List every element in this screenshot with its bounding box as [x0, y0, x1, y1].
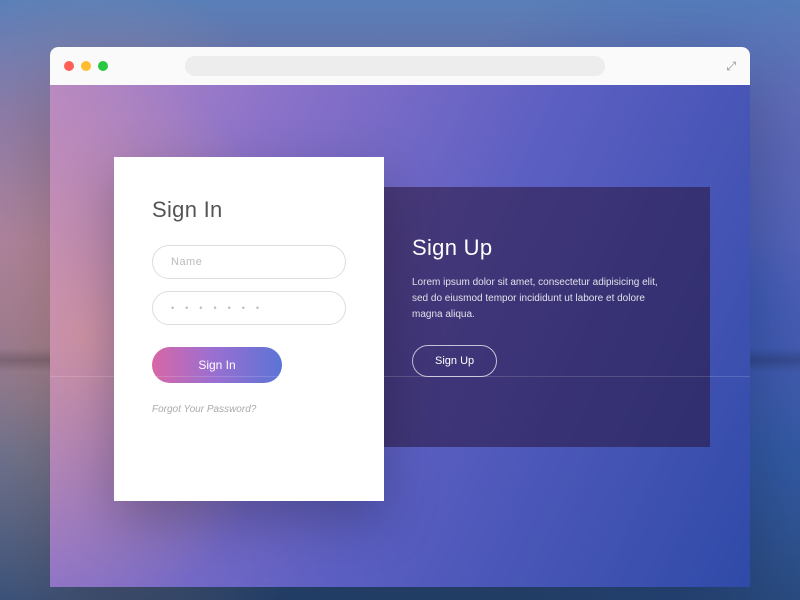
address-bar[interactable] — [185, 56, 605, 76]
signup-description: Lorem ipsum dolor sit amet, consectetur … — [412, 275, 662, 323]
signin-title: Sign In — [152, 197, 346, 223]
name-field[interactable] — [152, 245, 346, 279]
signin-card: Sign In Sign In Forgot Your Password? — [114, 157, 384, 501]
expand-icon[interactable]: ⤢ — [726, 59, 736, 74]
signin-button[interactable]: Sign In — [152, 347, 282, 383]
forgot-password-link[interactable]: Forgot Your Password? — [152, 404, 256, 415]
window-zoom-icon[interactable] — [98, 61, 108, 71]
window-close-icon[interactable] — [64, 61, 74, 71]
signup-title: Sign Up — [412, 235, 670, 261]
browser-window: ⤢ Sign Up Lorem ipsum dolor sit amet, co… — [50, 47, 750, 587]
password-field[interactable] — [152, 291, 346, 325]
signup-button[interactable]: Sign Up — [412, 345, 497, 377]
window-minimize-icon[interactable] — [81, 61, 91, 71]
page-viewport: Sign Up Lorem ipsum dolor sit amet, cons… — [50, 85, 750, 587]
signup-panel: Sign Up Lorem ipsum dolor sit amet, cons… — [340, 187, 710, 447]
titlebar: ⤢ — [50, 47, 750, 85]
